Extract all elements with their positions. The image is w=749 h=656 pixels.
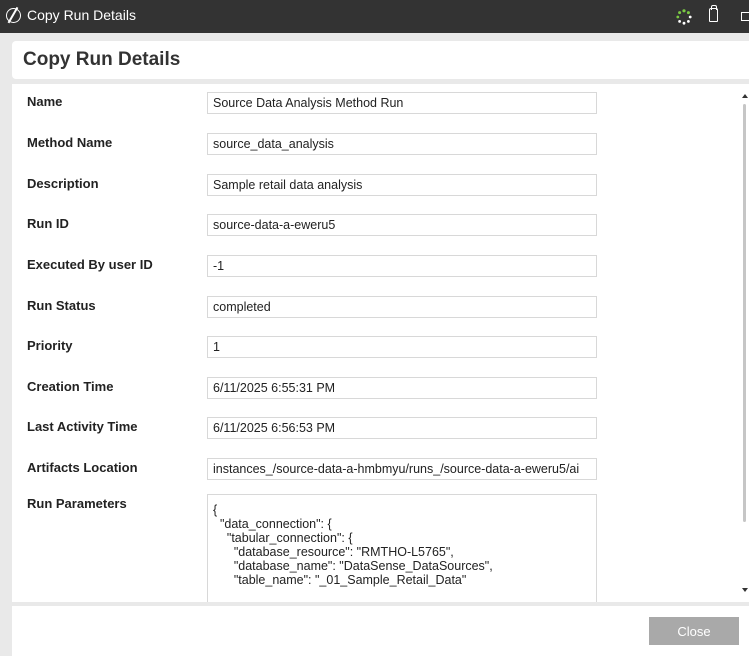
app-logo-icon <box>6 8 21 23</box>
executed-by-label: Executed By user ID <box>27 257 153 272</box>
scroll-down-icon[interactable] <box>742 588 748 592</box>
description-field[interactable]: Sample retail data analysis <box>207 174 597 196</box>
name-label: Name <box>27 94 63 109</box>
dialog-footer: Close <box>12 606 749 656</box>
clipboard-icon[interactable] <box>709 5 718 22</box>
vertical-scrollbar[interactable] <box>740 84 749 602</box>
run-id-label: Run ID <box>27 216 69 231</box>
field-row-last-activity: Last Activity Time 6/11/2025 6:56:53 PM <box>12 411 749 451</box>
scroll-up-icon[interactable] <box>742 94 748 98</box>
close-button[interactable]: Close <box>649 617 739 645</box>
field-row-creation-time: Creation Time 6/11/2025 6:55:31 PM <box>12 371 749 411</box>
run-parameters-textarea[interactable]: { "data_connection": { "tabular_connecti… <box>207 494 597 602</box>
artifacts-location-label: Artifacts Location <box>27 460 138 475</box>
run-status-field[interactable]: completed <box>207 296 597 318</box>
creation-time-field[interactable]: 6/11/2025 6:55:31 PM <box>207 377 597 399</box>
name-field[interactable]: Source Data Analysis Method Run <box>207 92 597 114</box>
loading-spinner-icon <box>676 9 692 25</box>
field-row-method-name: Method Name source_data_analysis <box>12 127 749 167</box>
last-activity-field[interactable]: 6/11/2025 6:56:53 PM <box>207 417 597 439</box>
run-status-label: Run Status <box>27 298 96 313</box>
method-name-field[interactable]: source_data_analysis <box>207 133 597 155</box>
executed-by-field[interactable]: -1 <box>207 255 597 277</box>
field-row-executed-by: Executed By user ID -1 <box>12 249 749 289</box>
priority-field[interactable]: 1 <box>207 336 597 358</box>
details-form: Name Source Data Analysis Method Run Met… <box>12 84 749 602</box>
creation-time-label: Creation Time <box>27 379 114 394</box>
field-row-run-status: Run Status completed <box>12 290 749 330</box>
artifacts-location-field[interactable]: instances_/source-data-a-hmbmyu/runs_/so… <box>207 458 597 480</box>
field-row-run-id: Run ID source-data-a-eweru5 <box>12 208 749 248</box>
field-row-description: Description Sample retail data analysis <box>12 168 749 208</box>
scrollbar-thumb[interactable] <box>743 104 746 522</box>
dialog-title: Copy Run Details <box>23 49 181 70</box>
field-row-name: Name Source Data Analysis Method Run <box>12 86 749 126</box>
field-row-priority: Priority 1 <box>12 330 749 370</box>
window-title: Copy Run Details <box>27 7 136 23</box>
field-row-run-parameters: Run Parameters { "data_connection": { "t… <box>12 488 749 602</box>
priority-label: Priority <box>27 338 73 353</box>
field-row-artifacts-location: Artifacts Location instances_/source-dat… <box>12 452 749 492</box>
last-activity-label: Last Activity Time <box>27 419 138 434</box>
run-id-field[interactable]: source-data-a-eweru5 <box>207 214 597 236</box>
dialog-header: Copy Run Details <box>12 41 749 79</box>
window-titlebar: Copy Run Details <box>0 0 749 33</box>
minimize-window-icon[interactable] <box>741 12 749 21</box>
description-label: Description <box>27 176 99 191</box>
run-parameters-label: Run Parameters <box>27 496 127 511</box>
method-name-label: Method Name <box>27 135 113 150</box>
